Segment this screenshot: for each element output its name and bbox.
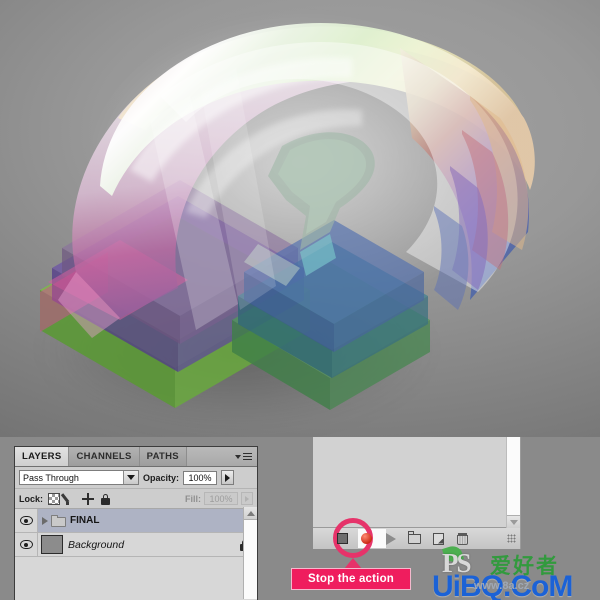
play-button[interactable] <box>383 531 398 546</box>
actions-scrollbar[interactable] <box>506 437 520 528</box>
scroll-up-button[interactable] <box>244 507 257 520</box>
new-set-button[interactable] <box>407 531 422 546</box>
layers-panel: LAYERS CHANNELS PATHS Pass Through Opaci… <box>14 446 258 600</box>
record-icon <box>361 533 372 544</box>
table-row[interactable]: Background <box>15 533 257 557</box>
blend-mode-row: Pass Through Opacity: 100% <box>15 467 257 489</box>
layer-name: Background <box>68 538 125 551</box>
disclosure-triangle-icon[interactable] <box>38 516 51 525</box>
folder-icon <box>407 531 421 544</box>
layer-visibility-toggle[interactable] <box>15 533 38 556</box>
fill-label: Fill: <box>185 493 201 504</box>
tab-paths[interactable]: PATHS <box>139 447 187 466</box>
screenshot-root: LAYERS CHANNELS PATHS Pass Through Opaci… <box>0 0 600 600</box>
opacity-slider-arrow-icon[interactable] <box>221 470 235 485</box>
lock-transparency-icon[interactable] <box>48 492 61 505</box>
blend-mode-chevron-icon[interactable] <box>123 471 138 484</box>
actions-panel <box>313 437 521 549</box>
tab-channels[interactable]: CHANNELS <box>69 447 140 466</box>
layer-thumbnail[interactable] <box>41 535 63 554</box>
lock-all-icon[interactable] <box>99 493 111 505</box>
callout-label-text: Stop the action <box>307 573 395 585</box>
fill-group: Fill: 100% <box>185 492 253 505</box>
lock-position-icon[interactable] <box>82 492 95 505</box>
layer-name: FINAL <box>70 515 100 526</box>
record-button[interactable] <box>359 531 374 546</box>
new-page-icon <box>433 532 444 545</box>
actions-list[interactable] <box>313 437 507 528</box>
blend-mode-value: Pass Through <box>23 472 79 483</box>
eye-icon <box>19 516 33 525</box>
panel-menu-icon[interactable] <box>230 447 257 466</box>
fill-input: 100% <box>204 492 238 505</box>
scroll-down-button[interactable] <box>507 515 520 528</box>
watermark-sub: www.8a.cz <box>474 580 530 592</box>
actions-button-bar <box>313 528 520 549</box>
folder-icon <box>51 514 66 527</box>
fill-slider-arrow-icon <box>241 492 253 505</box>
lock-image-icon[interactable] <box>65 493 77 505</box>
chevron-down-icon <box>235 454 241 459</box>
resize-grip-icon[interactable] <box>507 534 516 543</box>
tab-channels-label: CHANNELS <box>76 451 132 462</box>
callout-label: Stop the action <box>291 568 411 590</box>
panel-tab-bar: LAYERS CHANNELS PATHS <box>15 447 257 467</box>
stop-icon <box>337 533 348 544</box>
tab-layers-label: LAYERS <box>22 451 62 462</box>
opacity-input[interactable]: 100% <box>183 470 218 485</box>
new-action-button[interactable] <box>431 531 446 546</box>
hamburger-icon <box>243 452 252 461</box>
glass-question-mark <box>40 5 550 410</box>
layer-list: FINAL Background <box>15 509 257 600</box>
stop-button[interactable] <box>335 531 350 546</box>
delete-button[interactable] <box>455 531 470 546</box>
eye-icon <box>19 540 33 549</box>
opacity-label: Opacity: <box>143 472 180 483</box>
lock-label: Lock: <box>19 493 44 504</box>
blend-mode-select[interactable]: Pass Through <box>19 470 139 485</box>
lock-row: Lock: Fill: 100% <box>15 489 257 509</box>
tab-layers[interactable]: LAYERS <box>15 447 70 466</box>
layers-scrollbar[interactable] <box>243 507 257 599</box>
artwork-image <box>0 0 600 437</box>
trash-icon <box>457 532 468 545</box>
layer-visibility-toggle[interactable] <box>15 509 38 532</box>
watermark: PS 爱好者 UiBQ.CoM www.8a.cz <box>432 543 598 600</box>
table-row[interactable]: FINAL <box>15 509 257 533</box>
opacity-value: 100% <box>188 472 212 483</box>
fill-value: 100% <box>209 493 233 504</box>
play-icon <box>385 532 396 545</box>
tab-paths-label: PATHS <box>146 451 179 462</box>
